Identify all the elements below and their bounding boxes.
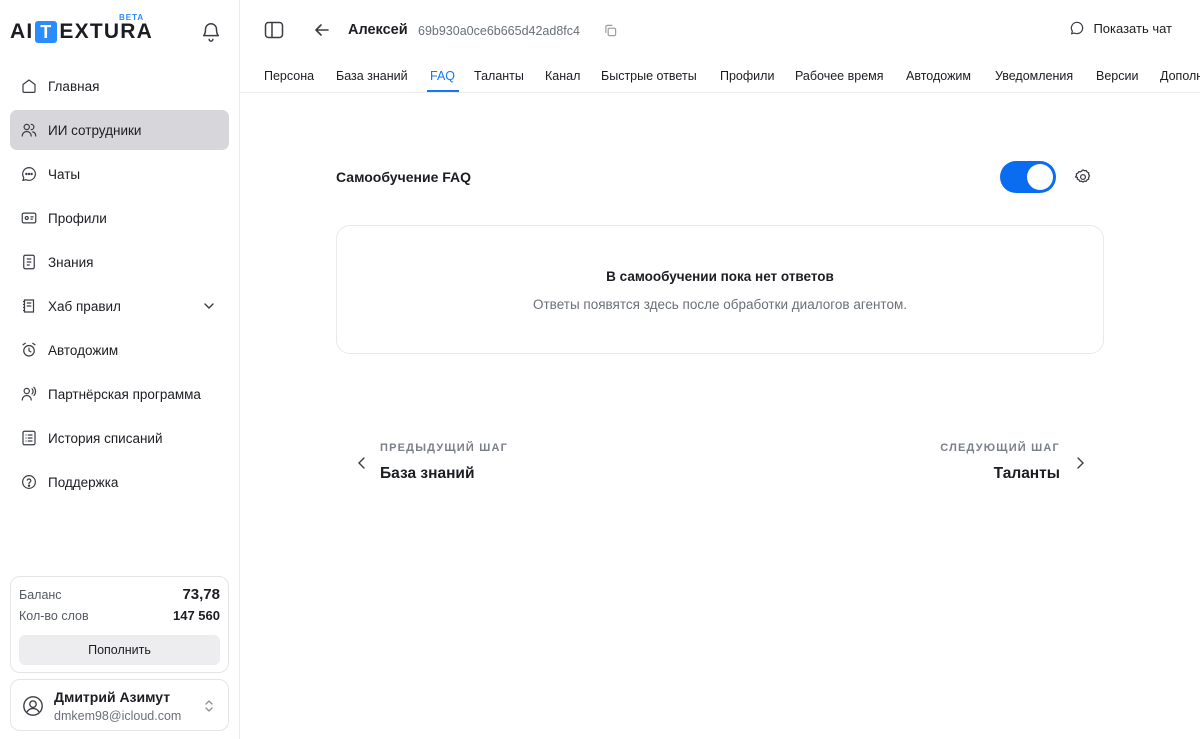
empty-state-title: В самообучении пока нет ответов [606,269,834,284]
home-icon [22,79,36,93]
alarm-icon [22,342,36,357]
book-icon [23,254,35,270]
tab-knowledge-base[interactable]: База знаний [336,69,408,83]
active-tab-indicator [427,90,459,92]
topup-button[interactable]: Пополнить [19,635,220,665]
sidebar-item-label: Автодожим [48,342,119,358]
sidebar-item-chats[interactable]: Чаты [10,154,229,194]
agent-name: Алексей [348,22,408,38]
tab-autofollowup[interactable]: Автодожим [906,69,971,83]
chat-icon [22,167,36,182]
previous-step-name: База знаний [380,465,475,482]
show-chat-label: Показать чат [1093,20,1172,36]
sidebar-item-ai-employees[interactable]: ИИ сотрудники [10,110,229,150]
chevron-left-icon [358,457,365,469]
next-step-link[interactable]: СЛЕДУЮЩИЙ ШАГ Таланты [880,440,1086,490]
sidebar-item-label: Партнёрская программа [48,386,201,402]
sidebar-item-label: ИИ сотрудники [48,122,142,138]
balance-value: 73,78 [182,586,220,603]
sidebar-nav: Главная ИИ сотрудники Чаты Профили Знани… [10,66,229,506]
id-card-icon [21,212,37,224]
tab-quick-replies[interactable]: Быстрые ответы [601,69,697,83]
chevron-down-icon[interactable] [203,300,215,312]
logo[interactable]: AI T EXTURA BETA [10,13,153,43]
header: Алексей 69b930a0ce6b665d42ad8fc4 Показат… [240,0,1200,60]
copy-icon[interactable] [604,24,617,37]
tab-working-hours[interactable]: Рабочее время [795,69,884,83]
main-area: Алексей 69b930a0ce6b665d42ad8fc4 Показат… [240,0,1200,739]
tab-versions[interactable]: Версии [1096,69,1138,83]
empty-state-description: Ответы появятся здесь после обработки ди… [533,297,907,312]
help-icon [22,475,36,489]
words-value: 147 560 [173,608,220,623]
logo-text-left: AI [10,20,34,43]
history-icon [22,430,36,446]
sidebar-item-knowledge[interactable]: Знания [10,242,229,282]
sidebar-item-label: Профили [48,210,107,226]
sidebar-item-support[interactable]: Поддержка [10,462,229,502]
balance-card: Баланс 73,78 Кол-во слов 147 560 Пополни… [10,576,229,673]
balance-label: Баланс [19,588,62,602]
sidebar-toggle-icon[interactable] [264,20,284,40]
previous-step-link[interactable]: ПРЕДЫДУЩИЙ ШАГ База знаний [356,440,556,490]
back-arrow-icon[interactable] [314,22,330,38]
next-step-name: Таланты [993,465,1060,482]
sidebar-item-billing-history[interactable]: История списаний [10,418,229,458]
sidebar-item-profiles[interactable]: Профили [10,198,229,238]
message-icon [1071,21,1084,35]
agent-id: 69b930a0ce6b665d42ad8fc4 [418,24,580,38]
user-menu[interactable]: Дмитрий Азимут dmkem98@icloud.com [10,679,229,731]
logo-text-right: EXTURA [59,20,153,43]
faq-self-learning-toggle[interactable] [1000,161,1056,193]
sidebar-item-rules-hub[interactable]: Хаб правил [10,286,229,326]
tab-talents[interactable]: Таланты [474,69,524,83]
user-email: dmkem98@icloud.com [54,709,182,723]
sidebar: AI T EXTURA BETA Главная ИИ сотрудники Чат… [0,0,240,739]
tab-profiles[interactable]: Профили [720,69,774,83]
sidebar-item-label: Знания [48,254,94,270]
partner-icon [21,386,37,401]
sidebar-item-home[interactable]: Главная [10,66,229,106]
chevron-updown-icon [205,700,213,712]
logo-row: AI T EXTURA BETA [10,12,224,52]
balance-row: Баланс 73,78 [19,586,220,608]
tab-bar: Персона База знаний FAQ Таланты Канал Бы… [240,60,1200,93]
tab-channel[interactable]: Канал [545,69,580,83]
tab-persona[interactable]: Персона [264,69,314,83]
toggle-knob [1027,164,1053,190]
bell-icon[interactable] [200,21,222,43]
beta-badge: BETA [119,13,145,22]
sidebar-item-label: Чаты [48,166,81,182]
logo-box: T [35,21,58,43]
rules-icon [23,299,35,313]
user-avatar-icon [23,696,43,716]
tab-notifications[interactable]: Уведомления [995,69,1073,83]
sidebar-item-partner[interactable]: Партнёрская программа [10,374,229,414]
gear-icon[interactable] [1074,168,1092,186]
faq-self-learning-title: Самообучение FAQ [336,169,472,185]
show-chat-button[interactable]: Показать чат [1069,20,1172,36]
previous-step-caption: ПРЕДЫДУЩИЙ ШАГ [380,442,509,454]
words-label: Кол-во слов [19,609,89,623]
sidebar-item-label: Хаб правил [48,298,121,314]
sidebar-item-label: Главная [48,78,100,94]
user-name: Дмитрий Азимут [54,689,171,705]
chevron-right-icon [1077,457,1084,469]
sidebar-item-label: История списаний [48,430,163,446]
next-step-caption: СЛЕДУЮЩИЙ ШАГ [940,442,1060,454]
tab-faq[interactable]: FAQ [430,69,455,83]
words-row: Кол-во слов 147 560 [19,608,220,630]
empty-state-card: В самообучении пока нет ответов Ответы п… [336,225,1104,354]
tab-more[interactable]: Дополн [1160,69,1200,83]
sidebar-item-label: Поддержка [48,474,119,490]
users-icon [21,123,37,137]
sidebar-item-autofollowup[interactable]: Автодожим [10,330,229,370]
